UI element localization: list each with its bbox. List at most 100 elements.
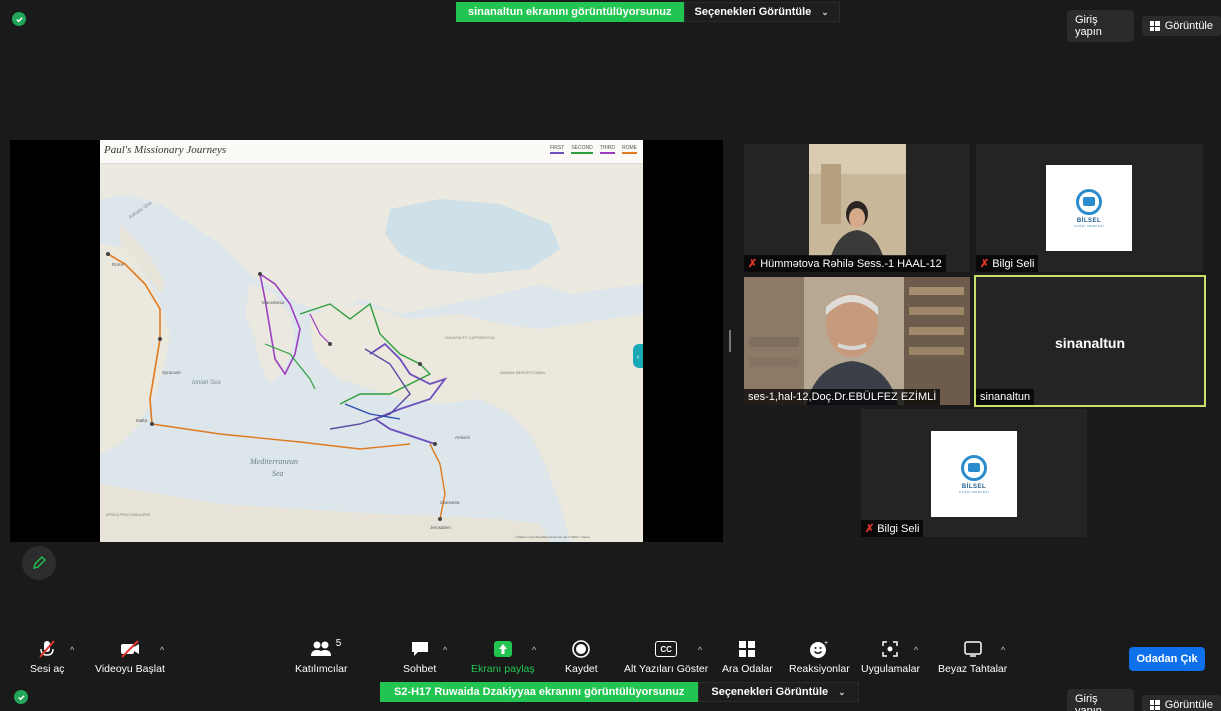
whiteboard-icon — [963, 638, 983, 660]
participant-video — [744, 277, 970, 405]
participant-name: Hümmətova Rəhilə Sess.-1 HAAL-12 — [760, 257, 942, 270]
map-label-jerusalem: Jerusalem — [430, 525, 451, 530]
legend-third: THIRD — [599, 145, 615, 154]
map-label-antioch: Antioch — [455, 435, 471, 440]
apps-label: Uygulamalar — [861, 663, 920, 675]
participants-count: 5 — [335, 638, 342, 649]
shared-screen[interactable]: Paul's Missionary Journeys FIRST SECOND … — [10, 140, 723, 542]
apps-button[interactable]: Uygulamalar — [861, 638, 920, 675]
video-options-caret[interactable]: ^ — [160, 645, 164, 655]
chat-options-caret[interactable]: ^ — [443, 645, 447, 655]
audio-options-caret[interactable]: ^ — [70, 645, 74, 655]
whiteboards-button[interactable]: Beyaz Tahtalar — [938, 638, 1007, 675]
chat-label: Sohbet — [403, 663, 437, 675]
slide-legend: FIRST SECOND THIRD ROME — [549, 145, 637, 154]
bilsel-logo-icon — [1076, 188, 1102, 215]
start-video-label: Videoyu Başlat — [95, 663, 165, 675]
video-tile-bilgi-seli-1[interactable]: BİLSEL ÇAĞRI MERKEZİ ✗ Bilgi Seli — [976, 144, 1203, 272]
panel-resize-divider[interactable] — [729, 330, 731, 352]
whiteboards-label: Beyaz Tahtalar — [938, 663, 1008, 675]
reactions-label: Reaksiyonlar — [789, 663, 850, 675]
view-grid-icon — [1149, 21, 1160, 31]
map-credits: © Mapbox © OpenStreetMap Improve this ma… — [515, 536, 591, 539]
top-view-button[interactable]: Görüntüle — [1141, 16, 1221, 36]
chat-button[interactable]: Sohbet — [403, 638, 436, 675]
security-shield-icon[interactable] — [14, 690, 28, 704]
top-view-options-button[interactable]: Seçenekleri Görüntüle ⌄ — [683, 2, 840, 22]
top-share-banner: sinanaltun ekranını görüntülüyorsunuz Se… — [456, 2, 840, 22]
unmute-button[interactable]: Sesi aç — [30, 638, 64, 675]
shared-slide: Paul's Missionary Journeys FIRST SECOND … — [100, 140, 643, 542]
chat-bubble-icon — [410, 638, 430, 660]
apps-icon — [881, 638, 899, 660]
bottom-view-options-button[interactable]: Seçenekleri Görüntüle ⌄ — [698, 682, 859, 702]
whiteboard-options-caret[interactable]: ^ — [1001, 645, 1005, 655]
bottom-view-options-label: Seçenekleri Görüntüle — [711, 686, 829, 698]
bottom-share-status: S2-H17 Ruwaida Dzakiyyaa ekranını görünt… — [380, 682, 699, 702]
map-label-arabia: ARABIA MESOPOTAMIA — [500, 370, 545, 375]
participant-name: sinanaltun — [980, 391, 1031, 403]
reactions-button[interactable]: + Reaksiyonlar — [789, 638, 850, 675]
video-tile-bilgi-seli-2[interactable]: BİLSEL ÇAĞRI MERKEZİ ✗ Bilgi Seli — [861, 409, 1087, 537]
participants-icon: 5 — [310, 638, 341, 660]
participant-name-tag: sinanaltun — [976, 389, 1035, 405]
top-share-status: sinanaltun ekranını görüntülüyorsunuz — [456, 2, 684, 22]
view-grid-icon — [1149, 700, 1160, 710]
security-shield-icon[interactable] — [12, 12, 26, 26]
pencil-icon — [33, 556, 46, 569]
top-sign-in-label: Giriş yapın — [1075, 14, 1102, 38]
bottom-right-controls: Giriş yapın Görüntüle — [1067, 689, 1221, 711]
slide-collapse-tab[interactable]: ‹ — [633, 344, 643, 368]
svg-text:+: + — [824, 640, 828, 647]
record-icon — [571, 638, 591, 660]
video-off-icon — [119, 638, 141, 660]
start-video-button[interactable]: Videoyu Başlat — [95, 638, 165, 675]
map-label-africa: AFRICA PROCONSULARIS — [106, 513, 151, 517]
bottom-sign-in-button[interactable]: Giriş yapın — [1067, 689, 1134, 711]
slide-title: Paul's Missionary Journeys — [104, 144, 227, 156]
captions-options-caret[interactable]: ^ — [698, 645, 702, 655]
map-label-caesarea: Caesarea — [440, 500, 460, 505]
record-label: Kaydet — [565, 663, 598, 675]
map-label-ionian: Ionian Sea — [192, 380, 221, 386]
video-tile-ebulfez[interactable]: ses-1,hal-12,Doç.Dr.EBÜLFEZ EZİMLİ — [744, 277, 970, 405]
map-label-sea: Sea — [272, 469, 284, 478]
bottom-view-button[interactable]: Görüntüle — [1141, 695, 1221, 711]
annotate-pencil-button[interactable] — [22, 546, 56, 580]
captions-button[interactable]: CC Alt Yazıları Göster — [624, 638, 708, 675]
video-tile-hummatova[interactable]: ✗ Hümmətova Rəhilə Sess.-1 HAAL-12 — [744, 144, 970, 272]
apps-options-caret[interactable]: ^ — [914, 645, 918, 655]
top-view-label: Görüntüle — [1164, 20, 1213, 32]
share-screen-button[interactable]: Ekranı paylaş — [471, 638, 535, 675]
participant-name: ses-1,hal-12,Doç.Dr.EBÜLFEZ EZİMLİ — [748, 391, 937, 403]
participants-label: Katılımcılar — [295, 663, 348, 675]
record-button[interactable]: Kaydet — [565, 638, 598, 675]
map-label-galatia: GALATIA ET CAPPADOCIA — [445, 335, 495, 340]
unmute-label: Sesi aç — [30, 663, 65, 675]
journeys-map: Adriatic Sea Ionian Sea Mediterranean Se… — [100, 164, 643, 542]
breakout-rooms-icon — [738, 638, 756, 660]
legend-rome: ROME — [622, 145, 637, 154]
slide-header: Paul's Missionary Journeys FIRST SECOND … — [100, 140, 643, 164]
bottom-sign-in-label: Giriş yapın — [1075, 693, 1102, 711]
share-options-caret[interactable]: ^ — [532, 645, 536, 655]
breakout-rooms-button[interactable]: Ara Odalar — [722, 638, 773, 675]
bottom-share-banner: S2-H17 Ruwaida Dzakiyyaa ekranını görünt… — [380, 682, 859, 702]
map-label-malta: Malta — [136, 418, 148, 423]
top-sign-in-button[interactable]: Giriş yapın — [1067, 10, 1134, 42]
cc-badge: CC — [655, 641, 678, 657]
leave-meeting-button[interactable]: Odadan Çık — [1129, 647, 1205, 671]
legend-first: FIRST — [549, 145, 565, 154]
participant-name-tag: ✗ Bilgi Seli — [861, 520, 924, 537]
top-right-controls: Giriş yapın Görüntüle — [1067, 10, 1221, 42]
participant-video — [809, 144, 906, 256]
mic-muted-icon: ✗ — [865, 523, 875, 535]
participant-name: Bilgi Seli — [992, 257, 1035, 270]
video-tile-sinanaltun[interactable]: sinanaltun sinanaltun — [974, 275, 1206, 407]
bilsel-logo: BİLSEL ÇAĞRI MERKEZİ — [931, 431, 1017, 517]
participants-button[interactable]: 5 Katılımcılar — [295, 638, 348, 675]
top-view-options-label: Seçenekleri Görüntüle — [694, 6, 812, 18]
zoom-meeting-window: sinanaltun ekranını görüntülüyorsunuz Se… — [0, 0, 1221, 711]
share-screen-label: Ekranı paylaş — [471, 663, 535, 675]
mic-muted-icon: ✗ — [748, 258, 758, 270]
